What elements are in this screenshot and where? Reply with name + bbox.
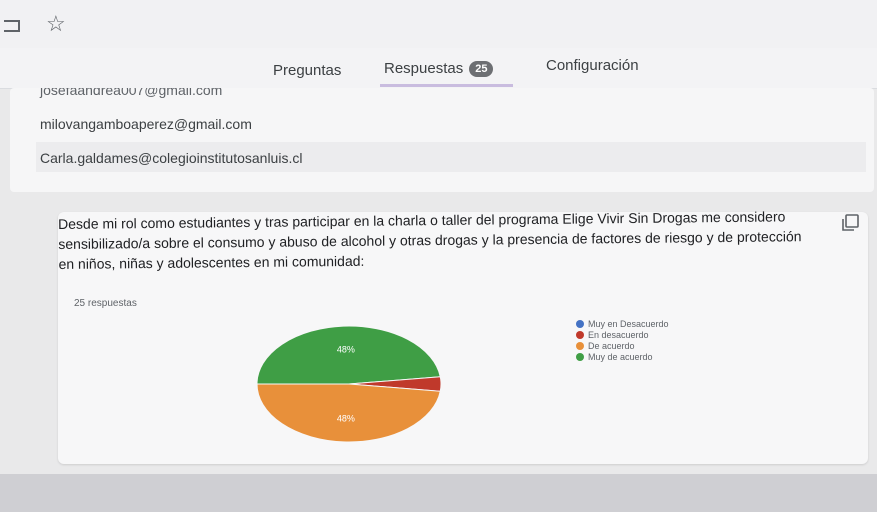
tab-respuestas[interactable]: Respuestas 25 xyxy=(384,60,494,78)
star-icon[interactable]: ☆ xyxy=(46,13,66,35)
form-tabs: Preguntas Respuestas 25 Configuración xyxy=(0,48,877,89)
email-item: josefaandrea007@gmail.com xyxy=(40,88,223,98)
legend-item: De acuerdo xyxy=(576,340,669,351)
tab-respuestas-label: Respuestas xyxy=(384,60,464,77)
tab-configuracion[interactable]: Configuración xyxy=(546,57,639,74)
pie-slice-label: 48% xyxy=(337,414,355,424)
legend-label: Muy de acuerdo xyxy=(588,351,653,362)
chart-legend: Muy en Desacuerdo En desacuerdo De acuerdo… xyxy=(576,318,669,362)
active-tab-indicator xyxy=(380,84,513,87)
question-summary-card: Desde mi rol como estudiantes y tras par… xyxy=(58,208,868,464)
response-count: 25 respuestas xyxy=(74,298,137,309)
legend-label: En desacuerdo xyxy=(588,329,649,340)
pie-slice-muy-de-acuerdo xyxy=(256,325,441,385)
question-title: Desde mi rol como estudiantes y tras par… xyxy=(58,208,802,272)
legend-swatch xyxy=(576,352,584,361)
folder-icon[interactable] xyxy=(4,20,20,32)
legend-swatch xyxy=(576,319,584,328)
copy-chart-icon[interactable] xyxy=(840,214,860,232)
legend-item: En desacuerdo xyxy=(576,329,669,340)
pie-slice-label: 48% xyxy=(337,344,355,354)
email-item: Carla.galdames@colegioinstitutosanluis.c… xyxy=(40,150,303,166)
legend-label: Muy en Desacuerdo xyxy=(588,318,669,329)
legend-swatch xyxy=(576,341,584,350)
legend-label: De acuerdo xyxy=(588,340,635,351)
legend-swatch xyxy=(576,330,584,339)
legend-item: Muy en Desacuerdo xyxy=(576,318,669,329)
email-item: milovangamboaperez@gmail.com xyxy=(40,116,252,132)
screen-bottom-edge xyxy=(0,474,877,512)
pie-chart: 48% 48% xyxy=(256,325,442,442)
responses-count-badge: 25 xyxy=(469,61,494,78)
browser-topbar: ☆ xyxy=(0,0,877,50)
tab-preguntas[interactable]: Preguntas xyxy=(273,62,341,79)
email-list-card: josefaandrea007@gmail.com milovangamboap… xyxy=(10,88,874,192)
legend-item: Muy de acuerdo xyxy=(576,351,669,362)
